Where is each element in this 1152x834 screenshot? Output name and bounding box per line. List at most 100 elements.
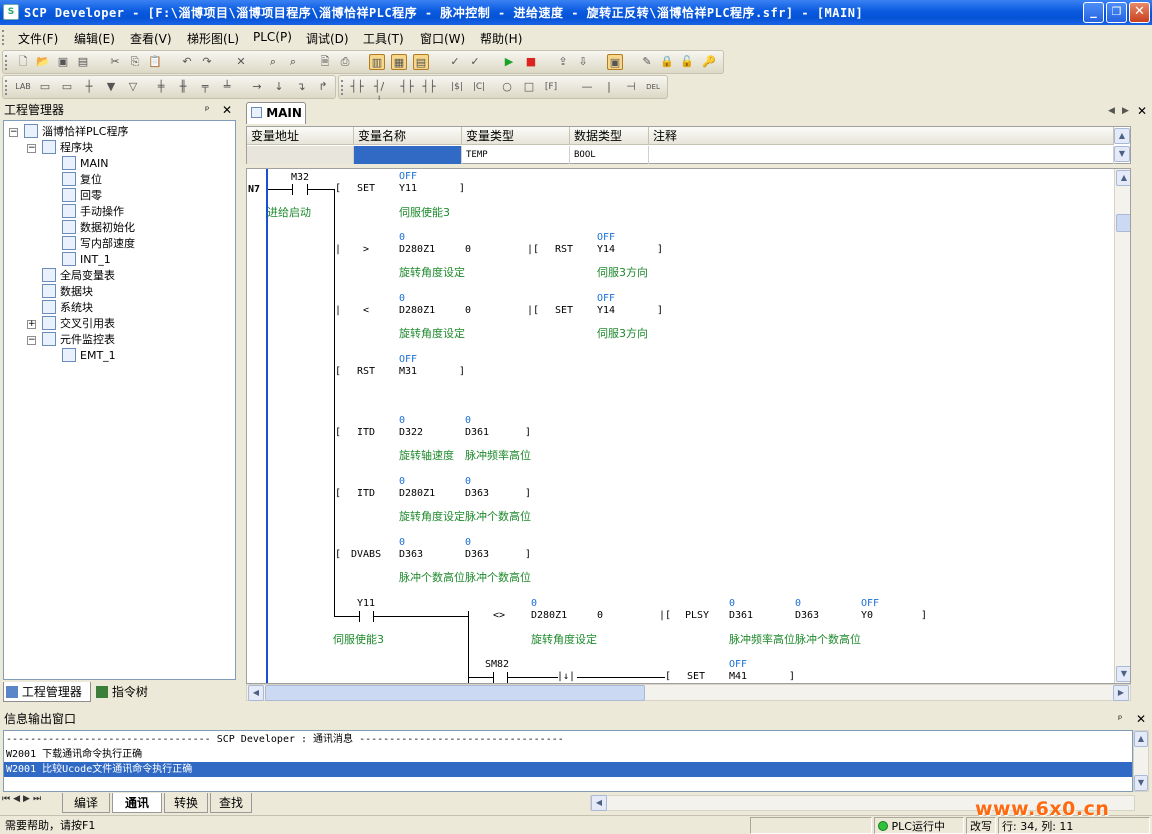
compare-lt[interactable]: < (363, 305, 369, 317)
tree-node-system-block[interactable]: 系统块 (42, 300, 93, 316)
key-icon[interactable]: 🔑 (701, 54, 717, 70)
ladder-hscrollbar[interactable]: ◀ ▶ (246, 684, 1131, 701)
arrow-down-icon[interactable]: ▼ (103, 79, 119, 95)
tab-comm[interactable]: 通讯 (112, 793, 162, 813)
toolbar-grip[interactable] (5, 80, 8, 95)
contact-rise-icon[interactable]: ╤ (197, 79, 213, 95)
tab-close-icon[interactable]: ✕ (1137, 104, 1147, 118)
tab-main[interactable]: MAIN (246, 102, 306, 124)
contact-nc-icon[interactable]: ╫ (175, 79, 191, 95)
log-line-selected[interactable]: W2001 比较Ucode文件通讯命令执行正确 (4, 762, 1132, 777)
tree-expander[interactable]: − (9, 128, 18, 137)
instr-rst[interactable]: RST (357, 366, 375, 378)
cell-var-name[interactable] (354, 146, 462, 164)
menu-debug[interactable]: 调试(D) (306, 30, 349, 47)
label-icon[interactable]: LAB (15, 79, 31, 95)
hline2-icon[interactable]: — (579, 79, 595, 95)
instr-set[interactable]: SET (687, 671, 705, 683)
print-icon[interactable]: ⎙ (337, 54, 353, 70)
stl-view-icon[interactable]: ▦ (391, 54, 407, 70)
compile-icon[interactable]: ✓ (467, 54, 483, 70)
box-icon[interactable]: ▭ (37, 79, 53, 95)
tab-nav-icons[interactable]: ⏮◀▶⏭ (2, 794, 44, 804)
tree-node-manual[interactable]: 手动操作 (62, 204, 124, 220)
contact-n-icon[interactable]: ┤├ (421, 79, 437, 95)
edit-icon[interactable]: ✎ (639, 54, 655, 70)
menu-edit[interactable]: 编辑(E) (74, 30, 115, 47)
paste-icon[interactable]: 📋 (147, 54, 163, 70)
hline-icon[interactable]: → (249, 79, 265, 95)
pin-icon[interactable]: ᵖ (205, 102, 209, 119)
instr-set[interactable]: SET (357, 183, 375, 195)
tree-node-int1[interactable]: INT_1 (62, 252, 111, 268)
tab-project-manager[interactable]: 工程管理器 (3, 682, 91, 702)
vline2-icon[interactable]: | (601, 79, 617, 95)
tree-node-cross-ref[interactable]: 交叉引用表 (42, 316, 115, 332)
toolbar-grip[interactable] (341, 80, 344, 95)
output-log[interactable]: ---------------------------------- SCP D… (3, 730, 1133, 792)
menu-window[interactable]: 窗口(W) (420, 30, 465, 47)
instr-itd[interactable]: ITD (357, 488, 375, 500)
delete-element-icon[interactable]: DEL (645, 79, 661, 95)
minimize-button[interactable]: _ (1083, 2, 1104, 23)
lock-icon[interactable]: 🔒 (659, 54, 675, 70)
unlock-icon[interactable]: 🔓 (679, 54, 695, 70)
stop-icon[interactable]: ■ (523, 54, 539, 70)
function-icon[interactable]: □ (521, 79, 537, 95)
scroll-thumb[interactable] (265, 685, 645, 701)
menu-view[interactable]: 查看(V) (130, 30, 172, 47)
delete-line-icon[interactable]: ⊣ (623, 79, 639, 95)
scroll-down-icon[interactable]: ▼ (1134, 775, 1148, 791)
tree-node-global-vars[interactable]: 全局变量表 (42, 268, 115, 284)
tree-node-main[interactable]: MAIN (62, 156, 109, 172)
tab-instruction-tree[interactable]: 指令树 (94, 682, 154, 702)
ladder-vscrollbar[interactable]: ▲ ▼ (1114, 169, 1130, 683)
scroll-down-icon[interactable]: ▼ (1116, 666, 1130, 682)
copy-icon[interactable]: ⎘ (127, 54, 143, 70)
tree-node-home[interactable]: 回零 (62, 188, 102, 204)
branch-down-icon[interactable]: ↴ (293, 79, 309, 95)
scroll-left-icon[interactable]: ◀ (591, 795, 607, 811)
scroll-up-icon[interactable]: ▲ (1114, 128, 1130, 144)
upload-icon[interactable]: ⇪ (555, 54, 571, 70)
tab-find[interactable]: 查找 (210, 793, 252, 813)
contact-c-icon[interactable]: |C| (471, 79, 487, 95)
menu-help[interactable]: 帮助(H) (480, 30, 522, 47)
undo-icon[interactable]: ↶ (179, 54, 195, 70)
coil-icon[interactable]: ○ (499, 79, 515, 95)
vline-icon[interactable]: ↓ (271, 79, 287, 95)
open-icon[interactable]: 📂 (35, 54, 51, 70)
scroll-down-icon[interactable]: ▼ (1114, 146, 1130, 162)
pin-icon[interactable]: ᵖ (1118, 711, 1122, 728)
branch-up-icon[interactable]: ↱ (315, 79, 331, 95)
tree-expander[interactable]: − (27, 336, 36, 345)
find-replace-icon[interactable]: ⌕ (285, 54, 301, 70)
contact-no-icon[interactable]: ╪ (153, 79, 169, 95)
tree-node-data-init[interactable]: 数据初始化 (62, 220, 135, 236)
contact-fall-icon[interactable]: ╧ (219, 79, 235, 95)
instr-plsy[interactable]: PLSY (685, 610, 709, 622)
delete-icon[interactable]: ✕ (233, 54, 249, 70)
find-icon[interactable]: ⌕ (265, 54, 281, 70)
split-view-icon[interactable]: ▤ (413, 54, 429, 70)
compare-gt[interactable]: > (363, 244, 369, 256)
tree-node-emt1[interactable]: EMT_1 (62, 348, 116, 364)
tab-compile[interactable]: 编译 (62, 793, 110, 813)
output-close-icon[interactable]: ✕ (1136, 711, 1146, 728)
cut-icon[interactable]: ✂ (107, 54, 123, 70)
contact-not-icon[interactable]: ┤/├ (371, 79, 387, 109)
tree-node-reset[interactable]: 复位 (62, 172, 102, 188)
tree-expander[interactable]: + (27, 320, 36, 329)
scroll-left-icon[interactable]: ◀ (248, 685, 264, 701)
menu-file[interactable]: 文件(F) (18, 30, 58, 47)
menu-ladder[interactable]: 梯形图(L) (187, 30, 239, 47)
output-vscrollbar[interactable]: ▲ ▼ (1133, 730, 1149, 792)
tree-expander[interactable]: − (27, 144, 36, 153)
ladder-view-icon[interactable]: ▥ (369, 54, 385, 70)
cell-data-type[interactable]: BOOL (570, 146, 649, 164)
cell-var-type[interactable]: TEMP (462, 146, 570, 164)
contact-icon[interactable]: ┤├ (349, 79, 365, 95)
function-f-icon[interactable]: [F] (543, 79, 559, 95)
arrow-down2-icon[interactable]: ▽ (125, 79, 141, 95)
scroll-thumb[interactable] (1116, 214, 1130, 232)
